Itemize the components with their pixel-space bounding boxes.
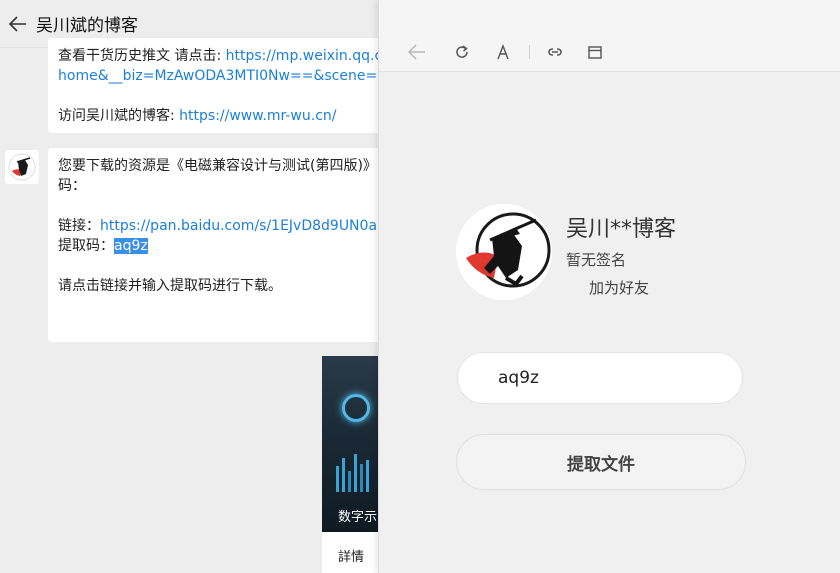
panel-toolbar	[379, 0, 840, 72]
extract-code-selected[interactable]: aq9z	[114, 238, 148, 254]
code-label: 提取码：	[58, 238, 114, 254]
link-label: 链接：	[58, 218, 100, 234]
card-caption: 数字示	[338, 510, 378, 525]
message-text: 您要下载的资源是《电磁兼容设计与测试(第四版)》	[58, 158, 377, 174]
profile-name: 吴川**博客	[566, 217, 677, 242]
window-icon[interactable]	[585, 42, 605, 62]
profile-avatar[interactable]	[456, 204, 552, 300]
blog-link[interactable]: https://www.mr-wu.cn/	[179, 108, 336, 124]
history-link[interactable]: https://mp.weixin.qq.co	[226, 48, 388, 64]
refresh-icon[interactable]	[452, 42, 472, 62]
chat-title: 吴川斌的博客	[36, 16, 138, 36]
back-arrow-icon[interactable]	[8, 14, 28, 34]
message-bubble: 查看干货历史推文 请点击: https://mp.weixin.qq.co ho…	[48, 38, 388, 133]
card-details-link[interactable]: 詳情	[338, 546, 364, 565]
profile-signature: 暂无签名	[566, 251, 627, 269]
article-card[interactable]: 数字示 詳情	[322, 356, 378, 573]
font-size-icon[interactable]	[493, 42, 513, 62]
message-text: 查看干货历史推文 请点击:	[58, 48, 226, 64]
extract-file-button[interactable]: 提取文件	[456, 434, 746, 490]
message-text: 访问吴川斌的博客:	[58, 108, 180, 124]
avatar[interactable]	[5, 150, 39, 184]
extract-code-input[interactable]	[457, 352, 743, 404]
message-bubble: 您要下载的资源是《电磁兼容设计与测试(第四版)》 码： 链接：https://p…	[48, 148, 388, 342]
history-link-cont[interactable]: home&__biz=MzAwODA3MTI0Nw==&scene=1	[58, 68, 386, 84]
profile-panel: 吴川**博客 暂无签名 加为好友 提取文件	[378, 0, 840, 573]
add-friend-link[interactable]: 加为好友	[589, 277, 649, 298]
link-icon[interactable]	[545, 42, 565, 62]
download-link[interactable]: https://pan.baidu.com/s/1EJvD8d9UN0aa	[100, 218, 386, 234]
message-text: 请点击链接并输入提取码进行下载。	[58, 278, 282, 294]
toolbar-divider	[529, 45, 530, 59]
back-arrow-icon[interactable]	[407, 42, 427, 62]
message-text: 码：	[58, 178, 86, 194]
